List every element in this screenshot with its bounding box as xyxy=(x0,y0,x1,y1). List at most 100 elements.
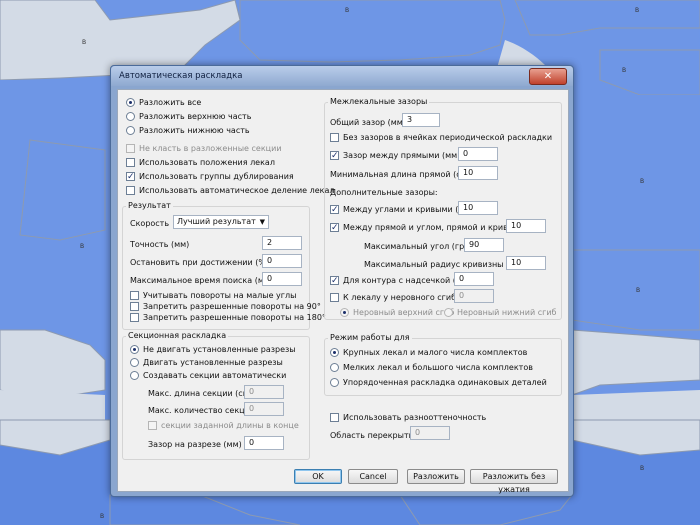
radio-indicator[interactable] xyxy=(444,308,453,317)
check-small-rotations[interactable]: Учитывать повороты на малые углы xyxy=(130,291,296,300)
radio-label: Упорядоченная раскладка одинаковых детал… xyxy=(343,378,547,387)
radio-indicator[interactable] xyxy=(126,98,135,107)
radio-indicator[interactable] xyxy=(130,345,139,354)
check-no-gap-periodic[interactable]: Без зазоров в ячейках периодической раск… xyxy=(330,133,552,142)
straight-gap-input[interactable]: 0 xyxy=(458,147,498,161)
radio-label: Не двигать установленные разрезы xyxy=(143,345,296,354)
cancel-button[interactable]: Cancel xyxy=(348,469,398,484)
radio-indicator[interactable] xyxy=(126,112,135,121)
radio-indicator[interactable] xyxy=(330,378,339,387)
accuracy-input[interactable]: 2 xyxy=(262,236,302,250)
radio-fold-bottom[interactable]: Неровный нижний сгиб xyxy=(444,308,556,317)
radio-auto-sections[interactable]: Создавать секции автоматически xyxy=(130,371,286,380)
overlap-input[interactable]: 0 xyxy=(410,426,450,440)
checkbox-label: Для контура с надсечкой (мм) xyxy=(343,276,472,285)
checkbox[interactable]: ✓ xyxy=(330,151,339,161)
radio-label: Разложить верхнюю часть xyxy=(139,112,252,121)
checkbox[interactable] xyxy=(330,133,339,142)
fold-input[interactable]: 0 xyxy=(454,289,494,303)
radio-label: Мелких лекал и большого числа комплектов xyxy=(343,363,533,372)
checkbox[interactable] xyxy=(126,144,135,153)
notch-input[interactable]: 0 xyxy=(454,272,494,286)
radio-label: Создавать секции автоматически xyxy=(143,371,287,380)
radio-ordered-layout[interactable]: Упорядоченная раскладка одинаковых детал… xyxy=(330,378,547,387)
checkbox[interactable] xyxy=(130,291,139,300)
check-straight-gap[interactable]: ✓ Зазор между прямыми (мм) xyxy=(330,151,460,161)
check-no-placed-sections[interactable]: Не класть в разложенные секции xyxy=(126,144,282,153)
speed-label: Скорость xyxy=(130,219,170,228)
check-use-positions[interactable]: Использовать положения лекал xyxy=(126,158,275,167)
checkbox-label: Использовать разнооттеночность xyxy=(343,413,487,422)
check-auto-split[interactable]: Использовать автоматическое деление лека… xyxy=(126,186,335,195)
check-use-duplicate-groups[interactable]: ✓ Использовать группы дублирования xyxy=(126,172,294,182)
accuracy-label: Точность (мм) xyxy=(130,240,190,249)
checkbox[interactable]: ✓ xyxy=(126,172,135,182)
checkbox[interactable] xyxy=(148,421,157,430)
total-gap-input[interactable]: 3 xyxy=(402,113,440,127)
max-count-input[interactable]: 0 xyxy=(244,402,284,416)
max-time-input[interactable]: 0 xyxy=(262,272,302,286)
checkbox[interactable] xyxy=(126,158,135,167)
cut-gap-input[interactable]: 0 xyxy=(244,436,284,450)
stop-label: Остановить при достижении (%) xyxy=(130,258,270,267)
radio-small-pieces[interactable]: Мелких лекал и большого числа комплектов xyxy=(330,363,533,372)
radio-indicator[interactable] xyxy=(130,358,139,367)
checkbox[interactable] xyxy=(130,302,139,311)
title-bar[interactable]: Автоматическая раскладка ✕ xyxy=(111,66,573,86)
max-radius-input[interactable]: 10 xyxy=(506,256,546,270)
max-angle-input[interactable]: 90 xyxy=(464,238,504,252)
speed-value: Лучший результат xyxy=(177,217,256,226)
overlap-label: Область перекрытия xyxy=(330,431,419,440)
checkbox[interactable] xyxy=(330,413,339,422)
min-length-label: Минимальная длина прямой (см) xyxy=(330,170,470,179)
min-length-input[interactable]: 10 xyxy=(458,166,498,180)
radio-keep-cuts[interactable]: Не двигать установленные разрезы xyxy=(130,345,296,354)
angles-curves-input[interactable]: 10 xyxy=(458,201,498,215)
checkbox-label: Запретить разрешенные повороты на 90° xyxy=(143,302,321,311)
radio-indicator[interactable] xyxy=(340,308,349,317)
checkbox[interactable] xyxy=(130,313,139,322)
max-length-input[interactable]: 0 xyxy=(244,385,284,399)
radio-indicator[interactable] xyxy=(130,371,139,380)
radio-indicator[interactable] xyxy=(126,126,135,135)
checkbox[interactable]: ✓ xyxy=(330,276,339,286)
check-notch-contour[interactable]: ✓ Для контура с надсечкой (мм) xyxy=(330,276,472,286)
radio-fold-top[interactable]: Неровный верхний сгиб xyxy=(340,308,454,317)
check-forbid-90[interactable]: Запретить разрешенные повороты на 90° xyxy=(130,302,321,311)
dropdown-arrow-icon[interactable]: ▼ xyxy=(260,216,265,228)
layout-no-compress-button[interactable]: Разложить без ужатия xyxy=(470,469,558,494)
auto-layout-dialog: Автоматическая раскладка ✕ Разложить все… xyxy=(110,65,574,497)
checkbox[interactable] xyxy=(126,186,135,195)
check-uneven-fold[interactable]: К лекалу у неровного сгиба xyxy=(330,293,461,302)
radio-label: Крупных лекал и малого числа комплектов xyxy=(343,348,528,357)
check-shade[interactable]: Использовать разнооттеночность xyxy=(330,413,486,422)
radio-layout-top[interactable]: Разложить верхнюю часть xyxy=(126,112,251,121)
layout-button[interactable]: Разложить xyxy=(407,469,465,484)
max-radius-label: Максимальный радиус кривизны (см) xyxy=(364,260,523,269)
check-angles-curves[interactable]: ✓ Между углами и кривыми (мм) xyxy=(330,205,474,215)
check-fixed-sections-end[interactable]: секции заданной длины в конце xyxy=(148,421,299,430)
piece-mark: B xyxy=(640,178,644,185)
checkbox[interactable]: ✓ xyxy=(330,205,339,215)
checkbox[interactable]: ✓ xyxy=(330,223,339,233)
radio-label: Неровный верхний сгиб xyxy=(353,308,455,317)
total-gap-label: Общий зазор (мм) xyxy=(330,118,406,127)
radio-move-cuts[interactable]: Двигать установленные разрезы xyxy=(130,358,283,367)
ok-button[interactable]: OK xyxy=(294,469,342,484)
check-forbid-180[interactable]: Запретить разрешенные повороты на 180° xyxy=(130,313,326,322)
checkbox-label: Использовать группы дублирования xyxy=(139,172,294,181)
radio-large-pieces[interactable]: Крупных лекал и малого числа комплектов xyxy=(330,348,527,357)
checkbox-label: Использовать положения лекал xyxy=(139,158,275,167)
line-angle-curve-input[interactable]: 10 xyxy=(506,219,546,233)
piece-mark: B xyxy=(100,513,104,520)
checkbox[interactable] xyxy=(330,293,339,302)
radio-layout-all[interactable]: Разложить все xyxy=(126,98,201,107)
close-button[interactable]: ✕ xyxy=(529,68,567,85)
stop-input[interactable]: 0 xyxy=(262,254,302,268)
radio-indicator[interactable] xyxy=(330,348,339,357)
radio-layout-bottom[interactable]: Разложить нижнюю часть xyxy=(126,126,250,135)
checkbox-label: К лекалу у неровного сгиба xyxy=(343,293,461,302)
radio-indicator[interactable] xyxy=(330,363,339,372)
speed-select[interactable]: Лучший результат ▼ xyxy=(173,215,269,229)
checkbox-label: Использовать автоматическое деление лека… xyxy=(139,186,335,195)
